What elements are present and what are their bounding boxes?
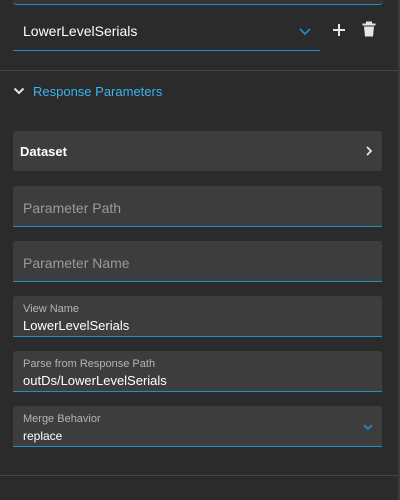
- merge-behavior-select[interactable]: Merge Behavior replace: [13, 406, 382, 447]
- response-parameters-toggle[interactable]: Response Parameters: [13, 80, 162, 102]
- dataset-selector[interactable]: LowerLevelSerials: [13, 12, 320, 51]
- section-title: Response Parameters: [33, 83, 163, 99]
- view-name-field[interactable]: View Name LowerLevelSerials: [13, 296, 382, 337]
- parse-path-field[interactable]: Parse from Response Path outDs/LowerLeve…: [13, 351, 382, 392]
- merge-behavior-label: Merge Behavior: [23, 413, 101, 425]
- view-name-value: LowerLevelSerials: [23, 318, 130, 333]
- trash-icon[interactable]: [362, 21, 376, 37]
- chevron-right-icon: [366, 146, 373, 156]
- chevron-down-icon: [13, 87, 25, 95]
- dataset-selector-value: LowerLevelSerials: [23, 23, 138, 39]
- parse-path-value: outDs/LowerLevelSerials: [23, 373, 167, 388]
- chevron-down-icon: [363, 424, 373, 431]
- section-divider: [0, 70, 398, 71]
- parameter-path-placeholder: Parameter Path: [23, 200, 122, 216]
- bottom-divider: [0, 475, 398, 476]
- parameter-name-placeholder: Parameter Name: [23, 255, 130, 271]
- dataset-expander[interactable]: Dataset: [13, 131, 382, 171]
- parse-path-label: Parse from Response Path: [23, 358, 156, 370]
- view-name-label: View Name: [23, 303, 80, 315]
- plus-icon[interactable]: [331, 22, 347, 38]
- dataset-label: Dataset: [20, 144, 67, 159]
- merge-behavior-value: replace: [23, 429, 63, 443]
- previous-item-edge: [13, 0, 383, 5]
- parameter-name-field[interactable]: Parameter Name: [13, 241, 382, 282]
- chevron-down-icon[interactable]: [298, 24, 312, 38]
- parameter-path-field[interactable]: Parameter Path: [13, 186, 382, 227]
- properties-panel: LowerLevelSerials Response Parameters Da…: [0, 0, 400, 500]
